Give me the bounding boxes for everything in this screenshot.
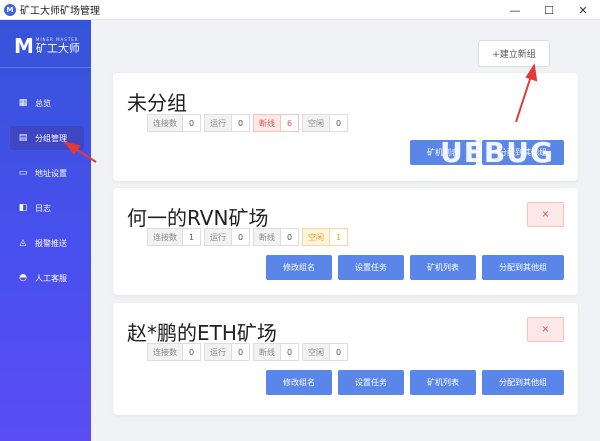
group-stats: 连接数 1 运行 0 断线 0 空闲 1 xyxy=(147,228,351,246)
stat-running: 运行 0 xyxy=(204,343,250,361)
assign-to-other-group-button[interactable]: 分配到其他组 xyxy=(482,255,564,280)
miner-list-button[interactable]: 矿机列表 xyxy=(410,370,476,395)
stat-idle: 空闲 1 xyxy=(302,228,348,246)
sidebar-item-label: 日志 xyxy=(35,203,51,213)
group-stats: 连接数 0 运行 0 断线 0 空闲 0 xyxy=(147,343,351,361)
group-title: 赵*鹏的ETH矿场 xyxy=(127,321,277,345)
set-task-button[interactable]: 设置任务 xyxy=(338,255,404,280)
set-task-button[interactable]: 设置任务 xyxy=(338,370,404,395)
window-controls: — ☐ ✕ xyxy=(498,0,600,20)
log-icon: ◧ xyxy=(18,203,28,213)
sidebar-item-label: 人工客服 xyxy=(35,273,67,283)
sidebar-item-label: 报警推送 xyxy=(35,238,67,248)
stat-idle: 空闲 0 xyxy=(302,114,348,132)
stat-offline: 断线 6 xyxy=(253,114,299,132)
window-title: 矿工大师矿场管理 xyxy=(20,6,100,17)
sidebar-item-alert-push[interactable]: ◬ 报警推送 xyxy=(10,231,84,255)
stat-connections: 连接数 0 xyxy=(147,343,201,361)
stat-offline: 断线 0 xyxy=(253,343,299,361)
assign-to-other-group-button[interactable]: 分配到其他组 xyxy=(482,370,564,395)
wallet-icon: ▭ xyxy=(18,168,28,178)
group-actions: 修改组名 设置任务 矿机列表 分配到其他组 xyxy=(260,255,564,280)
minimize-button[interactable]: — xyxy=(498,0,532,20)
sidebar-item-group-management[interactable]: ▤ 分组管理 xyxy=(10,126,84,150)
stat-running: 运行 0 xyxy=(204,114,250,132)
group-title: 未分组 xyxy=(127,91,187,115)
watermark: UEBUG xyxy=(440,136,554,169)
grid-icon: ▦ xyxy=(18,98,28,108)
group-actions: 修改组名 设置任务 矿机列表 分配到其他组 xyxy=(260,370,564,395)
sidebar-item-overview[interactable]: ▦ 总览 xyxy=(10,91,84,115)
title-bar: M 矿工大师矿场管理 — ☐ ✕ xyxy=(0,0,600,20)
logo-title: 矿工大师 xyxy=(35,42,80,55)
document-icon: ▤ xyxy=(18,133,28,143)
logo-mark-icon: M xyxy=(14,34,34,58)
stat-running: 运行 0 xyxy=(204,228,250,246)
divider xyxy=(0,67,91,68)
bell-icon: ◬ xyxy=(19,238,27,248)
sidebar-item-customer-service[interactable]: ◓ 人工客服 xyxy=(10,266,84,290)
miner-list-button[interactable]: 矿机列表 xyxy=(410,255,476,280)
sidebar-item-label: 总览 xyxy=(35,98,51,108)
stat-connections: 连接数 0 xyxy=(147,114,201,132)
logo: M MINER MASTER 矿工大师 xyxy=(14,34,80,58)
logo-subtitle: MINER MASTER xyxy=(35,37,79,42)
stat-idle: 空闲 0 xyxy=(302,343,348,361)
group-title: 何一的RVN矿场 xyxy=(127,206,269,230)
delete-group-button[interactable]: × xyxy=(527,317,564,342)
rename-group-button[interactable]: 修改组名 xyxy=(266,370,332,395)
app-icon: M xyxy=(4,3,16,16)
stat-offline: 断线 0 xyxy=(253,228,299,246)
sidebar-item-log[interactable]: ◧ 日志 xyxy=(10,196,84,220)
group-stats: 连接数 0 运行 0 断线 6 空闲 0 xyxy=(147,114,351,132)
rename-group-button[interactable]: 修改组名 xyxy=(266,255,332,280)
main-content: +建立新组 未分组 连接数 0 运行 0 断线 6 空闲 0 矿机列表 分配到其他组 何… xyxy=(91,20,600,441)
group-card-rvn: 何一的RVN矿场 × 连接数 1 运行 0 断线 0 空闲 1 修改组名 设置任务 矿机… xyxy=(113,188,578,295)
sidebar-item-label: 分组管理 xyxy=(35,133,67,143)
maximize-button[interactable]: ☐ xyxy=(532,0,566,20)
group-card-eth: 赵*鹏的ETH矿场 × 连接数 0 运行 0 断线 0 空闲 0 修改组名 设置任务 矿… xyxy=(113,303,578,415)
close-button[interactable]: ✕ xyxy=(566,0,600,20)
user-icon: ◓ xyxy=(19,273,27,283)
delete-group-button[interactable]: × xyxy=(527,202,564,227)
stat-connections: 连接数 1 xyxy=(147,228,201,246)
sidebar-item-address-settings[interactable]: ▭ 地址设置 xyxy=(10,161,84,185)
new-group-button[interactable]: +建立新组 xyxy=(478,40,550,67)
sidebar: M MINER MASTER 矿工大师 ▦ 总览 ▤ 分组管理 ▭ 地址设置 ◧… xyxy=(0,20,91,441)
sidebar-item-label: 地址设置 xyxy=(35,168,67,178)
